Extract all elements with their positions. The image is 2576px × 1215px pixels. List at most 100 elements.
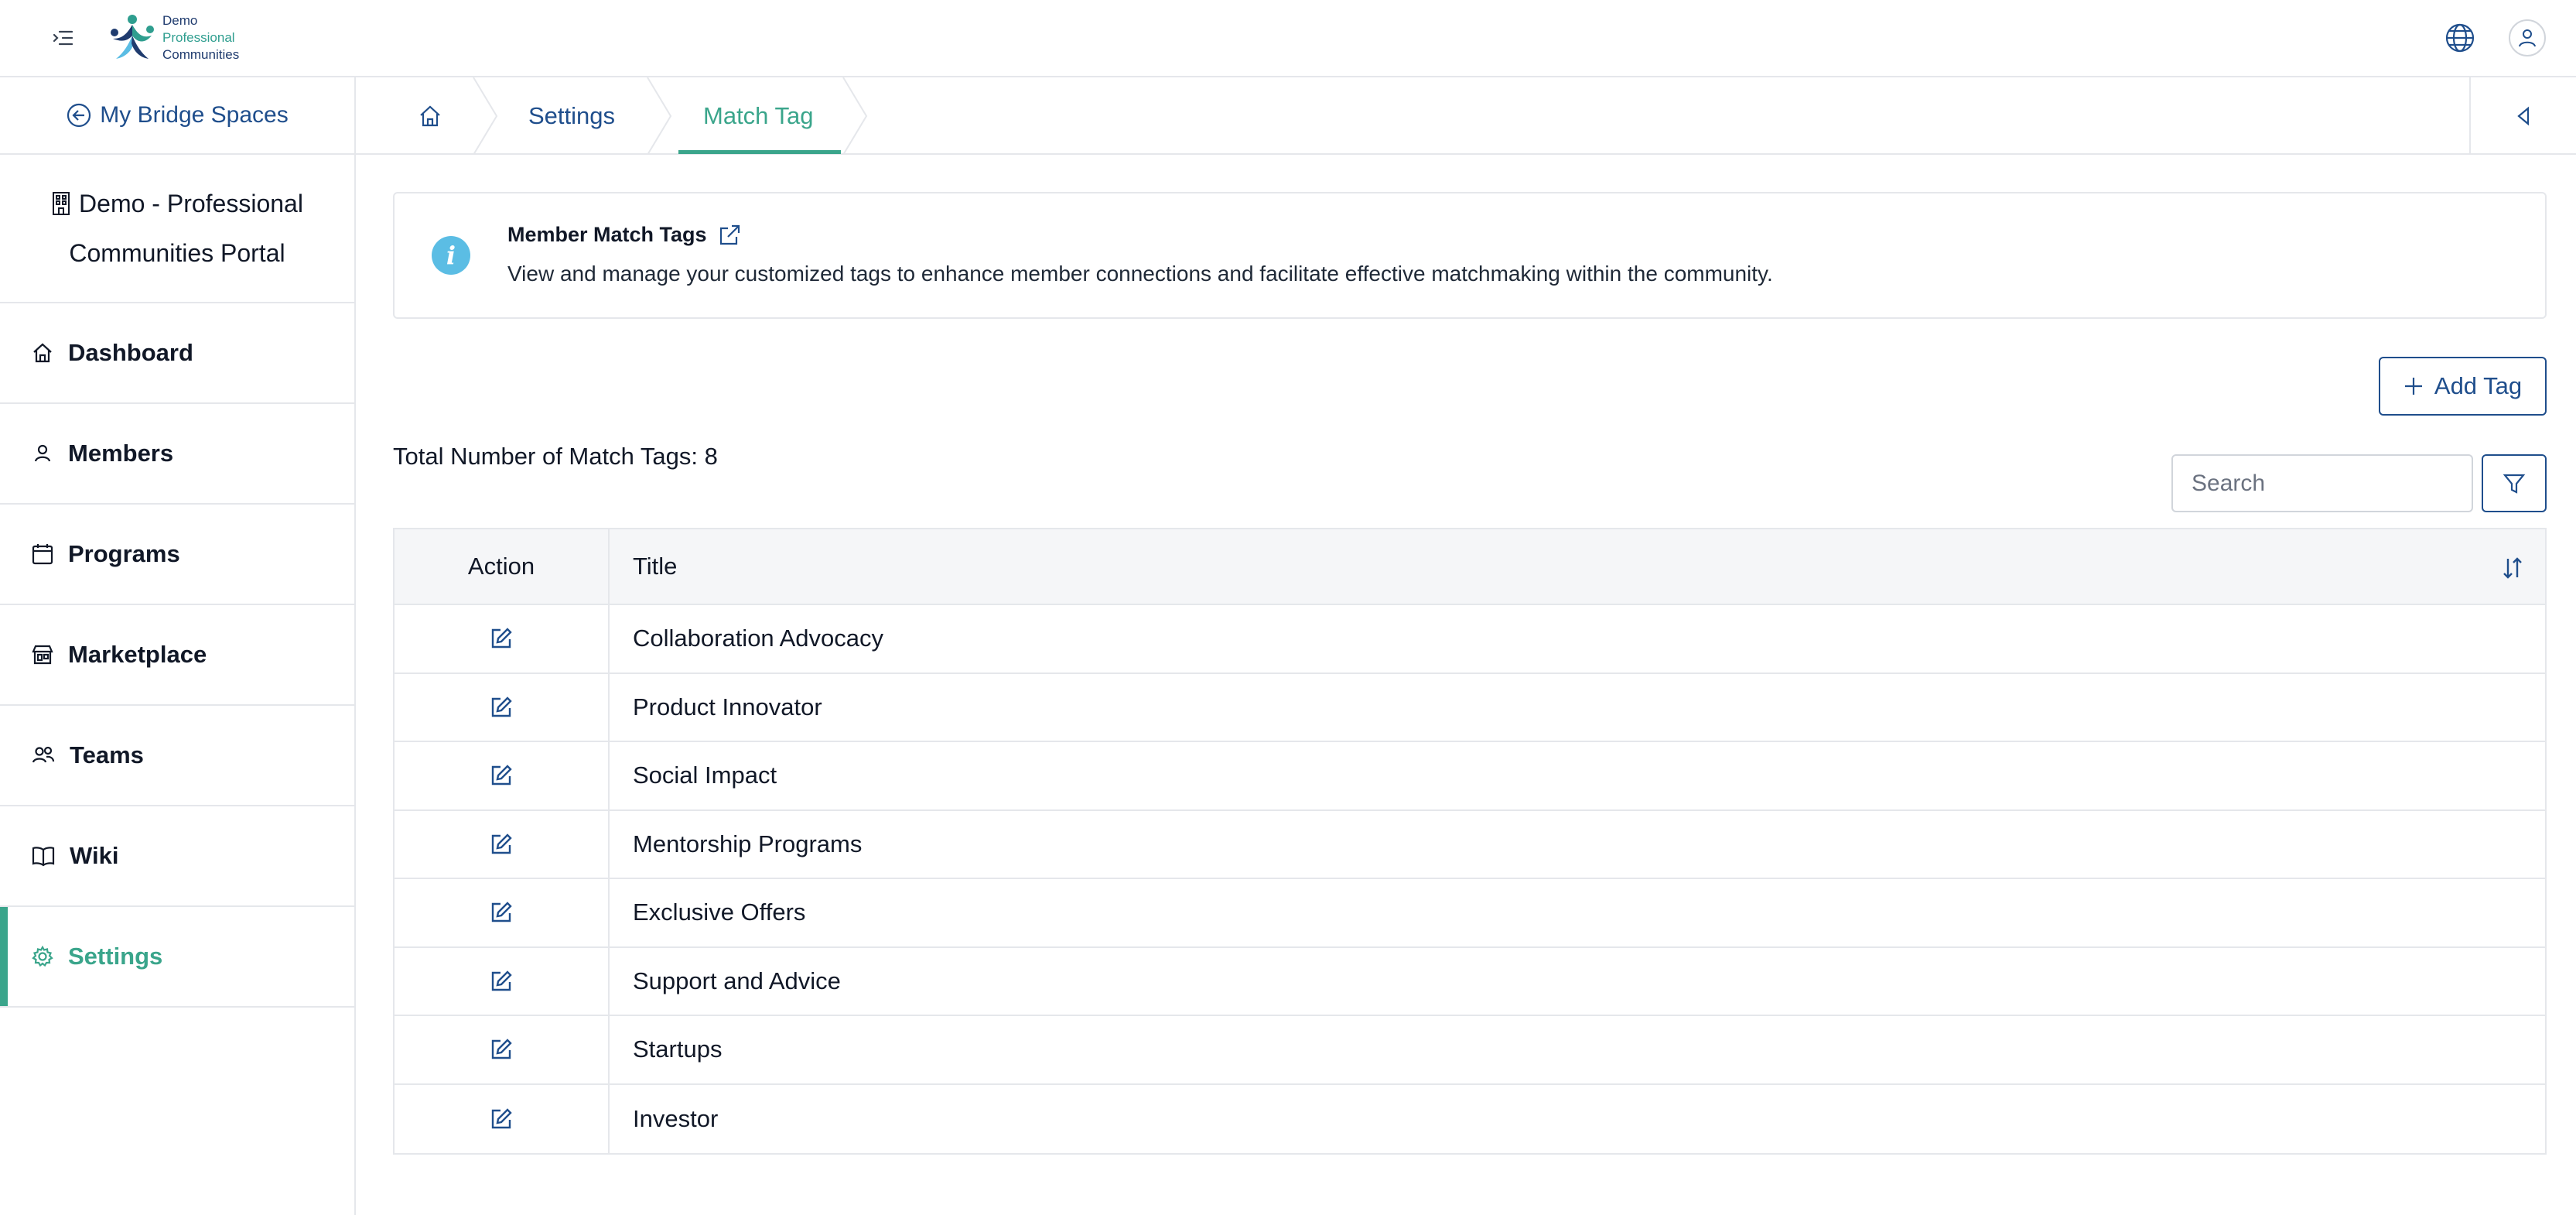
sidebar-item-settings[interactable]: Settings	[0, 907, 354, 1008]
action-cell	[395, 947, 610, 1015]
table-row: Support and Advice	[395, 947, 2545, 1016]
breadcrumb-home[interactable]	[418, 77, 442, 155]
info-title-text: Member Match Tags	[507, 223, 707, 246]
sidebar-item-dashboard[interactable]: Dashboard	[0, 303, 354, 404]
filter-icon	[2503, 474, 2526, 494]
back-to-bridge-spaces-link[interactable]: My Bridge Spaces	[0, 77, 354, 155]
info-icon: i	[432, 236, 470, 275]
edit-icon[interactable]	[487, 1105, 515, 1133]
table-row: Mentorship Programs	[395, 810, 2545, 879]
logo-line: Demo	[162, 13, 198, 28]
info-description: View and manage your customized tags to …	[507, 262, 1773, 286]
breadcrumb-separator	[842, 77, 868, 155]
info-title: Member Match Tags	[507, 223, 741, 247]
title-cell: Mentorship Programs	[633, 830, 863, 857]
sidebar-item-label: Members	[68, 440, 174, 467]
sidebar-item-programs[interactable]: Programs	[0, 505, 354, 605]
title-cell: Exclusive Offers	[633, 898, 806, 926]
menu-toggle-icon[interactable]	[48, 23, 77, 53]
plus-icon	[2404, 378, 2422, 395]
logo-line: Communities	[162, 47, 240, 62]
caret-left-icon	[2517, 106, 2530, 126]
table-row: Collaboration Advocacy	[395, 605, 2545, 674]
user-avatar-icon[interactable]	[2509, 19, 2546, 56]
match-tags-table: Action Title Collaboration Advocacy Prod…	[393, 528, 2547, 1155]
back-link-label: My Bridge Spaces	[100, 102, 289, 128]
edit-icon[interactable]	[487, 830, 515, 858]
filter-button[interactable]	[2482, 454, 2547, 512]
edit-icon[interactable]	[487, 693, 515, 721]
sidebar-item-label: Programs	[68, 540, 180, 567]
breadcrumb-label: Settings	[528, 102, 616, 129]
title-cell: Startups	[633, 1035, 723, 1063]
action-cell	[395, 673, 610, 741]
action-cell	[395, 1016, 610, 1083]
action-cell	[395, 879, 610, 946]
breadcrumb: Settings Match Tag	[356, 77, 2576, 155]
edit-icon[interactable]	[487, 898, 515, 926]
search-input[interactable]	[2171, 454, 2473, 512]
title-cell: Social Impact	[633, 762, 777, 789]
table-row: Startups	[395, 1016, 2545, 1085]
breadcrumb-settings[interactable]: Settings	[528, 77, 615, 155]
action-cell	[395, 1084, 610, 1153]
space-name: Demo - Professional Communities Portal	[0, 155, 354, 303]
action-cell	[395, 810, 610, 878]
table-row: Product Innovator	[395, 673, 2545, 742]
column-header-title: Title	[610, 529, 2545, 604]
space-name-line: Communities Portal	[69, 239, 285, 267]
space-name-line: Demo - Professional	[79, 190, 303, 217]
title-cell: Investor	[633, 1104, 719, 1132]
sidebar-item-teams[interactable]: Teams	[0, 706, 354, 806]
top-bar: Demo Professional Communities	[0, 0, 2576, 77]
sidebar-item-wiki[interactable]: Wiki	[0, 806, 354, 907]
user-icon	[34, 444, 51, 462]
breadcrumb-separator	[647, 77, 672, 155]
edit-icon[interactable]	[487, 967, 515, 995]
active-tab-underline	[678, 150, 841, 154]
edit-icon[interactable]	[487, 625, 515, 652]
action-cell	[395, 742, 610, 809]
table-row: Investor	[395, 1084, 2545, 1153]
sidebar-item-members[interactable]: Members	[0, 404, 354, 505]
add-tag-button[interactable]: Add Tag	[2379, 357, 2547, 416]
home-icon	[420, 105, 440, 127]
edit-icon[interactable]	[487, 1035, 515, 1063]
sidebar-item-label: Wiki	[70, 842, 119, 869]
sidebar: My Bridge Spaces Demo - Professional Com…	[0, 77, 356, 1215]
book-icon	[32, 847, 55, 867]
sidebar-item-label: Teams	[70, 741, 144, 768]
gear-icon	[32, 945, 53, 967]
logo-text: Demo Professional Communities	[162, 12, 239, 63]
sidebar-item-label: Settings	[68, 943, 163, 970]
edit-icon[interactable]	[487, 762, 515, 789]
sidebar-item-label: Marketplace	[68, 641, 207, 668]
add-tag-label: Add Tag	[2434, 372, 2523, 399]
sidebar-item-label: Dashboard	[68, 339, 193, 366]
store-icon	[32, 645, 53, 665]
home-icon	[33, 343, 52, 363]
building-icon	[53, 192, 70, 215]
logo-mark	[111, 15, 154, 59]
title-cell: Product Innovator	[633, 693, 822, 720]
breadcrumb-match-tag[interactable]: Match Tag	[703, 77, 813, 155]
external-link-icon[interactable]	[718, 224, 741, 247]
title-cell: Collaboration Advocacy	[633, 625, 883, 652]
column-header-title-label: Title	[633, 553, 678, 580]
breadcrumb-label: Match Tag	[703, 102, 814, 129]
users-icon	[32, 746, 55, 763]
table-body: Collaboration Advocacy Product Innovator…	[395, 605, 2545, 1153]
language-globe-icon[interactable]	[2441, 19, 2479, 57]
table-row: Social Impact	[395, 742, 2545, 811]
calendar-icon	[32, 544, 53, 565]
logo-line: Professional	[162, 30, 235, 45]
sort-icon[interactable]	[2497, 553, 2528, 584]
sidebar-item-marketplace[interactable]: Marketplace	[0, 605, 354, 706]
arrow-left-circle-icon	[67, 103, 91, 128]
collapse-panel-button[interactable]	[2469, 77, 2576, 155]
community-logo[interactable]: Demo Professional Communities	[108, 9, 239, 67]
action-cell	[395, 605, 610, 673]
info-banner: i Member Match Tags View and manage your…	[393, 192, 2547, 319]
breadcrumb-separator	[473, 77, 498, 155]
total-match-tags-count: Total Number of Match Tags: 8	[393, 443, 718, 470]
